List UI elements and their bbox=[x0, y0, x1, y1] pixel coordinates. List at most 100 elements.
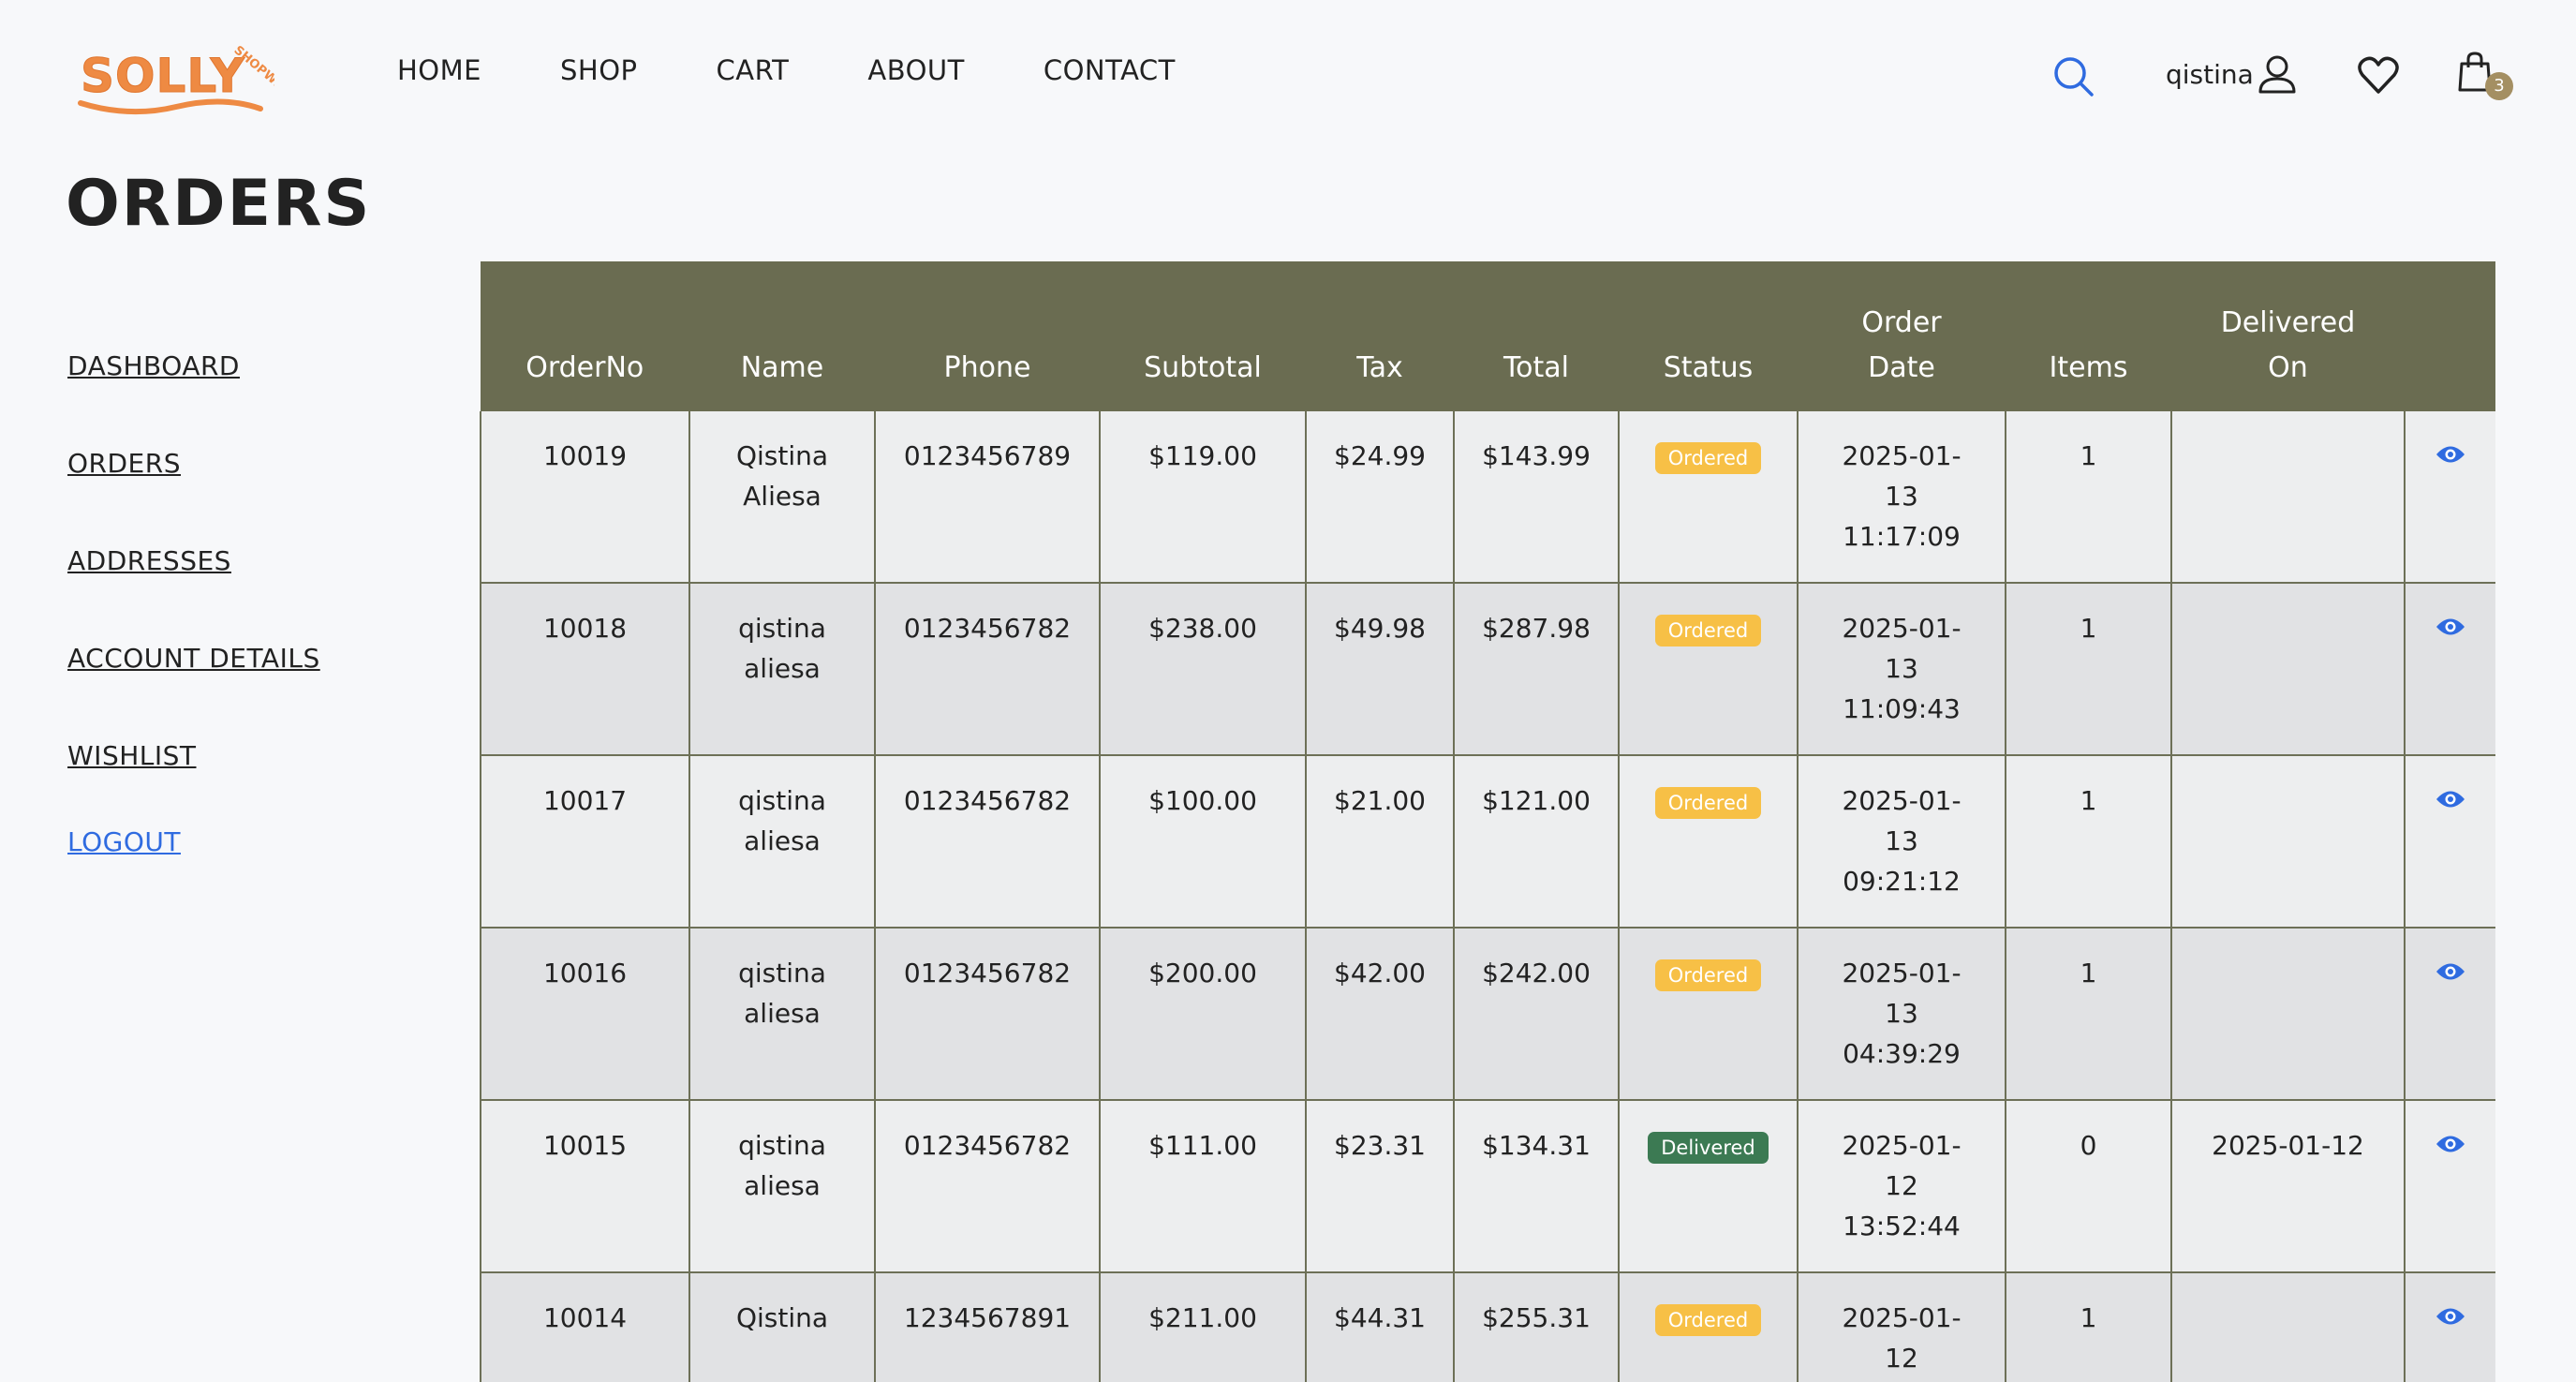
header-total: Total bbox=[1454, 261, 1620, 411]
customer-name-cell: qistina aliesa bbox=[688, 755, 876, 929]
order-no-cell: 10016 bbox=[480, 928, 690, 1101]
order-date-cell: 2025-01-12 13:52:44 bbox=[1797, 1100, 2006, 1273]
header-subtotal: Subtotal bbox=[1100, 261, 1307, 411]
order-date-cell: 2025-01-13 11:17:09 bbox=[1797, 411, 2006, 584]
header-tax: Tax bbox=[1306, 261, 1455, 411]
user-account[interactable]: qistina bbox=[2166, 52, 2299, 96]
view-order-cell bbox=[2404, 928, 2495, 1101]
tax-cell: $44.31 bbox=[1305, 1272, 1455, 1382]
eye-icon[interactable] bbox=[2435, 1306, 2465, 1327]
table-row: 10018 qistina aliesa 0123456782 $238.00 $49.… bbox=[480, 583, 2495, 756]
subtotal-cell: $200.00 bbox=[1099, 928, 1307, 1101]
total-cell: $287.98 bbox=[1453, 583, 1620, 756]
brand-logo[interactable]: SOLLY SHOPWE bbox=[73, 28, 274, 122]
items-cell: 0 bbox=[2005, 1100, 2172, 1273]
total-cell: $242.00 bbox=[1453, 928, 1620, 1101]
order-no-cell: 10019 bbox=[480, 411, 690, 584]
items-cell: 1 bbox=[2005, 583, 2172, 756]
table-row: 10016 qistina aliesa 0123456782 $200.00 $42.… bbox=[480, 928, 2495, 1101]
table-row: 10017 qistina aliesa 0123456782 $100.00 $21.… bbox=[480, 755, 2495, 929]
phone-cell: 0123456782 bbox=[874, 583, 1101, 756]
view-order-cell bbox=[2404, 583, 2495, 756]
status-badge: Delivered bbox=[1648, 1132, 1769, 1164]
view-order-cell bbox=[2404, 411, 2495, 584]
nav-home[interactable]: HOME bbox=[397, 54, 481, 86]
nav-shop[interactable]: SHOP bbox=[560, 54, 638, 86]
delivered-on-cell: 2025-01-12 bbox=[2170, 1100, 2406, 1273]
tax-cell: $23.31 bbox=[1305, 1100, 1455, 1273]
sidebar-item-account-details[interactable]: ACCOUNT DETAILS bbox=[67, 643, 320, 674]
customer-name-cell: qistina aliesa bbox=[688, 928, 876, 1101]
status-badge: Ordered bbox=[1654, 615, 1762, 646]
eye-icon[interactable] bbox=[2435, 444, 2465, 465]
eye-icon[interactable] bbox=[2435, 961, 2465, 982]
items-cell: 1 bbox=[2005, 1272, 2172, 1382]
username: qistina bbox=[2166, 58, 2254, 90]
heart-icon[interactable] bbox=[2357, 54, 2400, 96]
tax-cell: $24.99 bbox=[1305, 411, 1455, 584]
phone-cell: 0123456782 bbox=[874, 755, 1101, 929]
tax-cell: $49.98 bbox=[1305, 583, 1455, 756]
eye-icon[interactable] bbox=[2435, 1134, 2465, 1154]
delivered-on-cell bbox=[2170, 1272, 2406, 1382]
subtotal-cell: $100.00 bbox=[1099, 755, 1307, 929]
cart-button[interactable]: 3 bbox=[2456, 51, 2513, 107]
sidebar-item-addresses[interactable]: ADDRESSES bbox=[67, 545, 320, 576]
sidebar-item-wishlist[interactable]: WISHLIST bbox=[67, 740, 320, 771]
tax-cell: $42.00 bbox=[1305, 928, 1455, 1101]
header-delivered-on: Delivered On bbox=[2171, 261, 2406, 411]
status-badge: Ordered bbox=[1654, 787, 1762, 819]
header-status: Status bbox=[1619, 261, 1799, 411]
status-cell: Delivered bbox=[1618, 1100, 1799, 1273]
phone-cell: 0123456782 bbox=[874, 1100, 1101, 1273]
total-cell: $255.31 bbox=[1453, 1272, 1620, 1382]
customer-name-cell: Qistina bbox=[688, 1272, 876, 1382]
eye-icon[interactable] bbox=[2435, 789, 2465, 810]
sidebar-item-dashboard[interactable]: DASHBOARD bbox=[67, 350, 320, 381]
delivered-on-cell bbox=[2170, 583, 2406, 756]
items-cell: 1 bbox=[2005, 755, 2172, 929]
orders-table: OrderNo Name Phone Subtotal Tax Total Status Or… bbox=[480, 261, 2495, 1382]
sidebar-item-orders[interactable]: ORDERS bbox=[67, 448, 320, 479]
order-no-cell: 10014 bbox=[480, 1272, 690, 1382]
delivered-on-cell bbox=[2170, 411, 2406, 584]
items-cell: 1 bbox=[2005, 928, 2172, 1101]
nav-cart[interactable]: CART bbox=[717, 54, 790, 86]
subtotal-cell: $111.00 bbox=[1099, 1100, 1307, 1273]
nav-contact[interactable]: CONTACT bbox=[1044, 54, 1176, 86]
delivered-on-cell bbox=[2170, 928, 2406, 1101]
order-date-cell: 2025-01-12 06:31:06 bbox=[1797, 1272, 2006, 1382]
search-icon[interactable] bbox=[2050, 53, 2095, 98]
view-order-cell bbox=[2404, 1272, 2495, 1382]
total-cell: $134.31 bbox=[1453, 1100, 1620, 1273]
order-date-cell: 2025-01-13 04:39:29 bbox=[1797, 928, 2006, 1101]
main-nav: HOME SHOP CART ABOUT CONTACT bbox=[397, 54, 1176, 86]
phone-cell: 0123456782 bbox=[874, 928, 1101, 1101]
header-actions bbox=[2405, 261, 2495, 411]
customer-name-cell: qistina aliesa bbox=[688, 1100, 876, 1273]
header-order-date: Order Date bbox=[1798, 261, 2006, 411]
order-date-cell: 2025-01-13 11:09:43 bbox=[1797, 583, 2006, 756]
eye-icon[interactable] bbox=[2435, 617, 2465, 637]
items-cell: 1 bbox=[2005, 411, 2172, 584]
table-header-row: OrderNo Name Phone Subtotal Tax Total Status Or… bbox=[481, 261, 2495, 411]
status-badge: Ordered bbox=[1654, 442, 1762, 474]
subtotal-cell: $119.00 bbox=[1099, 411, 1307, 584]
sidebar-item-logout[interactable]: LOGOUT bbox=[67, 826, 320, 857]
status-cell: Ordered bbox=[1618, 1272, 1799, 1382]
status-cell: Ordered bbox=[1618, 755, 1799, 929]
table-row: 10019 Qistina Aliesa 0123456789 $119.00 $24.… bbox=[480, 411, 2495, 584]
nav-about[interactable]: ABOUT bbox=[867, 54, 965, 86]
phone-cell: 1234567891 bbox=[874, 1272, 1101, 1382]
tax-cell: $21.00 bbox=[1305, 755, 1455, 929]
table-row: 10014 Qistina 1234567891 $211.00 $44.31 $255.… bbox=[480, 1272, 2495, 1382]
order-date-cell: 2025-01-13 09:21:12 bbox=[1797, 755, 2006, 929]
status-cell: Ordered bbox=[1618, 583, 1799, 756]
total-cell: $143.99 bbox=[1453, 411, 1620, 584]
order-no-cell: 10015 bbox=[480, 1100, 690, 1273]
table-row: 10015 qistina aliesa 0123456782 $111.00 $23.… bbox=[480, 1100, 2495, 1273]
cart-count-badge: 3 bbox=[2485, 72, 2513, 100]
customer-name-cell: Qistina Aliesa bbox=[688, 411, 876, 584]
user-icon[interactable] bbox=[2256, 52, 2299, 96]
page-title: ORDERS bbox=[66, 167, 372, 241]
